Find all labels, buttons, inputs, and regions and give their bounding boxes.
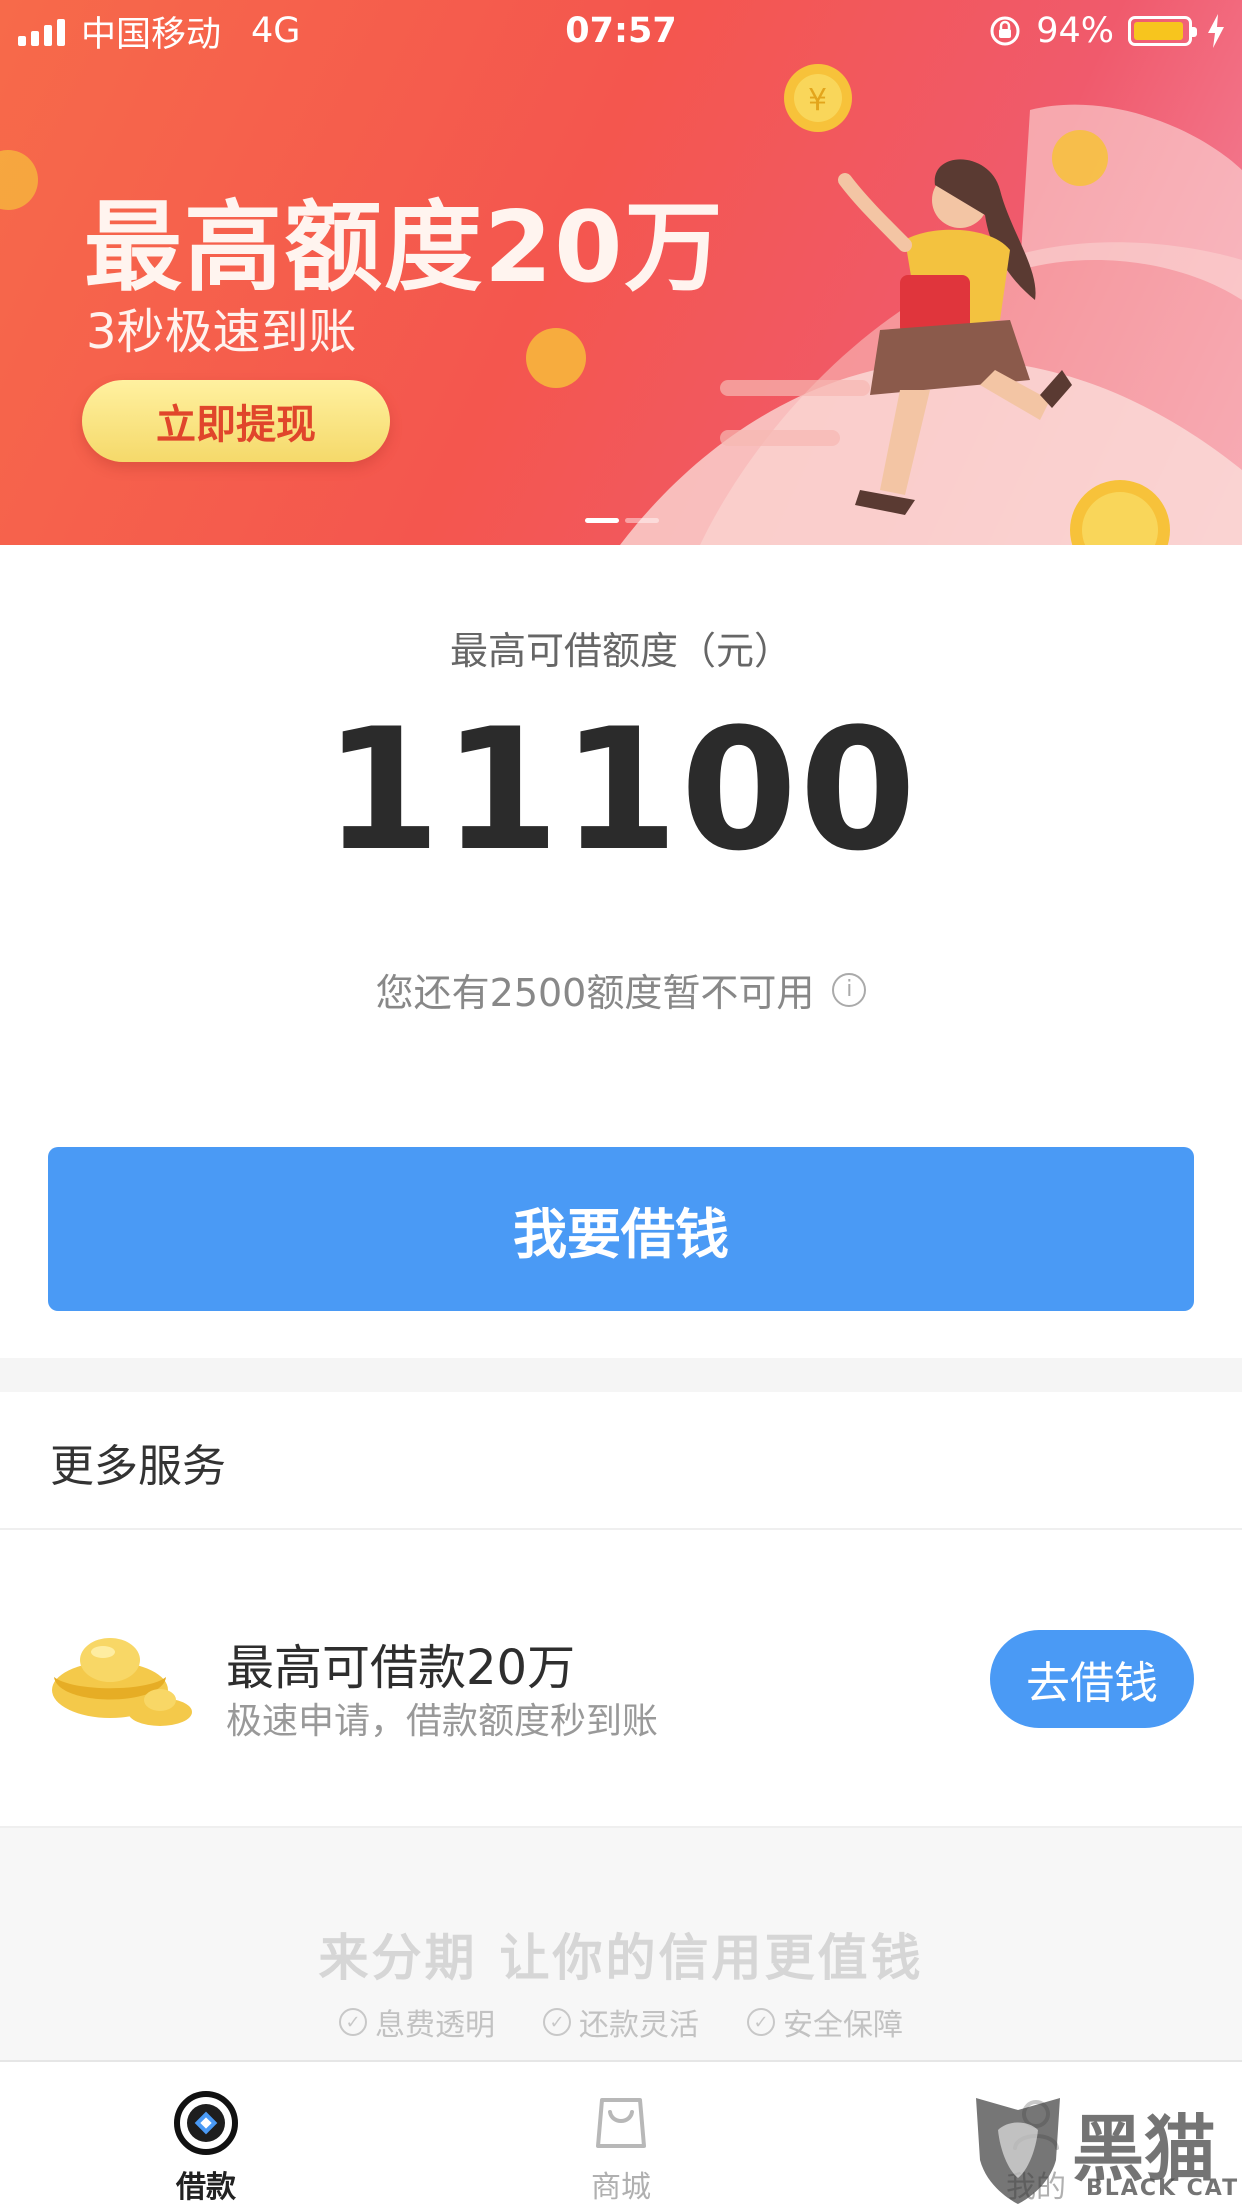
status-bar: 中国移动 4G 07:57 94% [0, 0, 1242, 62]
feature-label: 息费透明 [375, 2008, 495, 2043]
unavailable-credit-text: 您还有2500额度暂不可用 [375, 971, 815, 1015]
slogan-brand: 来分期 [318, 1929, 478, 1987]
credit-limit-amount: 11100 [323, 692, 919, 888]
signal-strength-icon [18, 16, 65, 46]
loan-icon [174, 2091, 238, 2155]
brand-footer: 来分期 让你的信用更值钱 ✓ 息费透明 ✓ 还款灵活 ✓ 安全保障 [0, 1826, 1242, 2062]
carousel-dot [625, 518, 659, 523]
service-title: 最高可借款20万 [226, 1640, 576, 1696]
tab-label: 商城 [591, 2170, 651, 2205]
shop-bag-icon [596, 2098, 646, 2148]
svg-text:¥: ¥ [808, 83, 827, 118]
brand-slogan: 来分期 让你的信用更值钱 [0, 1918, 1242, 1990]
charging-bolt-icon [1208, 14, 1224, 48]
carousel-indicator [585, 518, 659, 523]
tab-label: 借款 [176, 2170, 236, 2205]
carousel-dot-active [585, 518, 619, 523]
credit-limit-label: 最高可借额度（元） [449, 629, 792, 673]
black-cat-watermark: 黑猫 BLACK CAT [968, 2090, 1242, 2208]
check-circle-icon: ✓ [747, 2008, 775, 2036]
slogan-text: 让你的信用更值钱 [499, 1929, 924, 1987]
check-circle-icon: ✓ [543, 2008, 571, 2036]
battery-icon [1128, 16, 1197, 46]
banner-title: 最高额度20万 [84, 191, 725, 305]
feature-label: 还款灵活 [579, 2008, 699, 2043]
rotation-lock-icon [990, 16, 1020, 46]
service-item[interactable]: 最高可借款20万 极速申请，借款额度秒到账 去借钱 [0, 1530, 1242, 1826]
battery-percent: 94% [1036, 11, 1114, 51]
tab-shop[interactable]: 商城 [521, 2062, 721, 2208]
gold-ingot-icon [52, 1638, 192, 1726]
unavailable-credit-note: 您还有2500额度暂不可用 i [0, 962, 1242, 1017]
feature-label: 安全保障 [783, 2008, 903, 2043]
banner-subtitle: 3秒极速到账 [86, 304, 357, 360]
borrow-money-button[interactable]: 我要借钱 [48, 1147, 1194, 1311]
more-services-title: 更多服务 [50, 1441, 226, 1492]
info-icon[interactable]: i [832, 972, 867, 1007]
tab-loan[interactable]: 借款 [106, 2062, 306, 2208]
section-separator [0, 1358, 1242, 1392]
feature-item: ✓ 安全保障 [747, 2000, 903, 2044]
battery-level [1134, 22, 1183, 40]
black-cat-logo-icon [976, 2098, 1060, 2204]
service-description: 极速申请，借款额度秒到账 [226, 1701, 659, 1742]
feature-item: ✓ 息费透明 [339, 2000, 495, 2044]
withdraw-now-button[interactable]: 立即提现 [82, 380, 390, 462]
go-borrow-button[interactable]: 去借钱 [990, 1630, 1194, 1728]
watermark-latin: BLACK CAT [1086, 2176, 1240, 2201]
network-type: 4G [251, 11, 301, 51]
check-circle-icon: ✓ [339, 2008, 367, 2036]
promo-banner[interactable]: ¥ 最高额度20万 3秒极速到账 立即提现 [0, 0, 1242, 545]
feature-item: ✓ 还款灵活 [543, 2000, 699, 2044]
feature-list: ✓ 息费透明 ✓ 还款灵活 ✓ 安全保障 [0, 2000, 1242, 2044]
carrier-name: 中国移动 [81, 14, 222, 55]
